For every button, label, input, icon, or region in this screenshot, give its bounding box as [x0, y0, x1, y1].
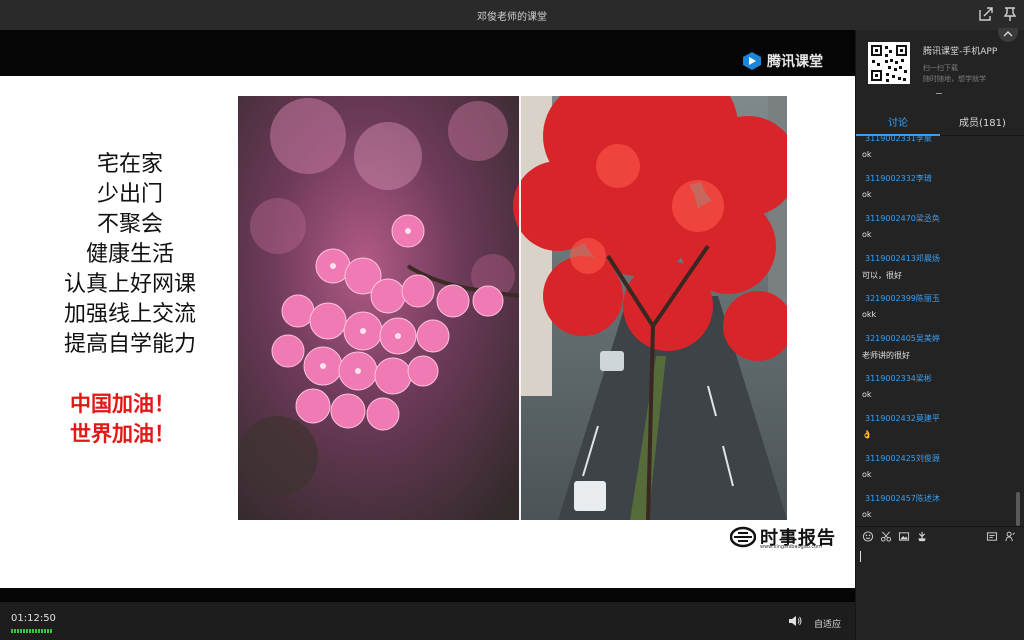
chat-message: 3119002432莫建平 👌 [862, 413, 1012, 439]
message-user[interactable]: 3119002432莫建平 [862, 413, 1012, 424]
app-promo: 腾讯课堂-手机APP 扫一扫下载 随时随地，想学就学 [923, 44, 1023, 85]
slide-cheer-block: 中国加油！ 世界加油！ [40, 389, 205, 449]
chat-message: 3119002470梁丞奂 ok [862, 213, 1012, 239]
chat-list: 3119002331李聚 ok 3119002332李琦 ok 31190024… [856, 136, 1024, 526]
promo-subtitle: 扫一扫下载 [923, 64, 958, 72]
chat-message: 3119002413邓晨炀 可以，很好 [862, 253, 1012, 281]
image-icon[interactable] [898, 531, 910, 542]
presentation-slide: 宅在家 少出门 不聚会 健康生活 认真上好网课 加强线上交流 提高自学能力 中国… [0, 76, 855, 588]
flower-icon[interactable] [916, 531, 928, 542]
promo-title: 腾讯课堂-手机APP [923, 47, 998, 57]
player-controls: 01:12:50 自适应 [0, 602, 855, 640]
promo-divider [936, 93, 942, 94]
chat-message: 3119002334梁彬 ok [862, 373, 1012, 399]
message-text: ok [862, 510, 872, 519]
slide-line: 健康生活 [85, 242, 174, 267]
message-text: ok [862, 230, 872, 239]
brand-name: 腾讯课堂 [767, 54, 823, 70]
promo-subtitle: 随时随地，想学就学 [923, 75, 986, 83]
emoji-icon[interactable] [862, 531, 874, 542]
cheer-line: 中国加油！ [70, 392, 175, 416]
chat-scrollbar[interactable] [1016, 492, 1020, 526]
slide-photo [238, 96, 787, 520]
title-bar: 邓俊老师的课堂 [0, 0, 1024, 30]
message-user[interactable]: 3119002334梁彬 [862, 373, 1012, 384]
chat-message: 3119002457陈述沐 ok [862, 493, 1012, 519]
message-user[interactable]: 3119002457陈述沐 [862, 493, 1012, 504]
tencent-classroom-brand: 腾讯课堂 [742, 50, 823, 72]
message-text: 👌 [862, 430, 872, 439]
slide-line: 认真上好网课 [63, 272, 196, 297]
message-text: ok [862, 190, 872, 199]
message-text: ok [862, 470, 872, 479]
message-text: 可以，很好 [862, 271, 902, 280]
fit-mode-button[interactable]: 自适应 [814, 617, 841, 630]
slide-line: 加强线上交流 [63, 302, 196, 327]
window-title: 邓俊老师的课堂 [477, 12, 547, 23]
slide-text-block: 宅在家 少出门 不聚会 健康生活 认真上好网课 加强线上交流 提高自学能力 [40, 150, 220, 360]
message-user[interactable]: 3119002331李聚 [862, 136, 1012, 144]
share-icon[interactable] [978, 6, 994, 22]
watermark: 时事报告 www.xingshibaogao.com [730, 524, 836, 550]
card-icon[interactable] [986, 531, 998, 542]
tencent-classroom-logo [743, 52, 761, 70]
slide-line: 提高自学能力 [63, 332, 196, 357]
slide-line: 宅在家 [96, 152, 163, 177]
text-caret [860, 551, 861, 562]
chat-message: 3119002331李聚 ok [862, 136, 1012, 159]
cheer-line: 世界加油！ [70, 422, 175, 446]
message-user[interactable]: 3119002470梁丞奂 [862, 213, 1012, 224]
tab-members[interactable]: 成员(181) [940, 114, 1024, 136]
message-text: ok [862, 150, 872, 159]
side-panel: 腾讯课堂-手机APP 扫一扫下载 随时随地，想学就学 讨论 成员(181) 31… [855, 28, 1024, 640]
playback-time: 01:12:50 [11, 613, 56, 624]
tab-discussion[interactable]: 讨论 [856, 114, 940, 136]
chat-message: 3219002399陈丽玉 okk [862, 293, 1012, 319]
message-user[interactable]: 3219002405吴美婷 [862, 333, 1012, 344]
pin-icon[interactable] [1002, 6, 1018, 22]
message-text: 老师讲的很好 [862, 351, 910, 360]
chat-message: 3219002405吴美婷 老师讲的很好 [862, 333, 1012, 361]
panel-tabs: 讨论 成员(181) [856, 110, 1024, 136]
watermark-logo [730, 526, 756, 548]
message-user[interactable]: 3219002399陈丽玉 [862, 293, 1012, 304]
message-user[interactable]: 3119002332李琦 [862, 173, 1012, 184]
input-toolbar [856, 526, 1024, 544]
volume-icon[interactable] [788, 615, 802, 627]
watermark-url: www.xingshibaogao.com [760, 544, 823, 550]
video-player[interactable]: 腾讯课堂 宅在家 少出门 不聚会 健康生活 认真上好网课 加强线上交流 提高自学… [0, 30, 855, 602]
message-text: ok [862, 390, 872, 399]
slide-line: 不聚会 [96, 212, 163, 237]
slide-line: 少出门 [96, 182, 163, 207]
chat-message: 3119002425刘俊源 ok [862, 453, 1012, 479]
raise-hand-icon[interactable] [1004, 531, 1016, 542]
chat-message: 3119002332李琦 ok [862, 173, 1012, 199]
message-user[interactable]: 3119002413邓晨炀 [862, 253, 1012, 264]
message-text: okk [862, 310, 877, 319]
network-signal-indicator [11, 629, 52, 633]
message-user[interactable]: 3119002425刘俊源 [862, 453, 1012, 464]
scissors-icon[interactable] [880, 531, 892, 542]
classroom-window: 邓俊老师的课堂 腾讯课堂 宅在家 少出门 不聚会 健康生活 认真上好网课 加强线 [0, 0, 1024, 640]
collapse-chevron-icon[interactable] [998, 28, 1018, 42]
chat-input[interactable] [856, 545, 1024, 640]
qr-code [868, 42, 910, 84]
